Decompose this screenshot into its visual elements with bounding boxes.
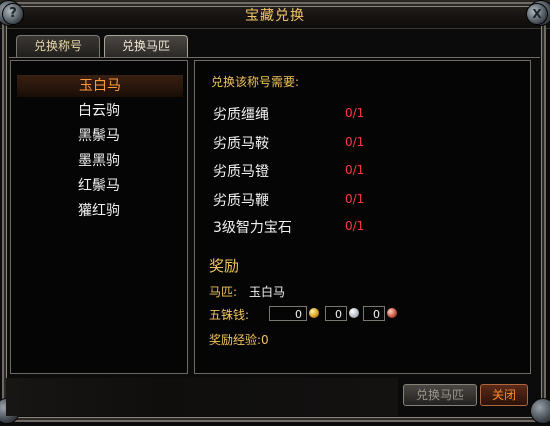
requirement-count: 0/1 [345,219,365,233]
reward-exp-value: 0 [261,333,269,347]
requirement-name: 3级智力宝石 [213,220,292,236]
horse-list-item[interactable]: 玉白马 [17,75,183,97]
requirements-panel: 兑换该称号需要: 劣质缰绳 0/1 劣质马鞍 0/1 劣质马镫 0/1 劣质马鞭… [194,60,531,374]
requirement-name: 劣质马鞭 [213,193,269,209]
money-gold-amount: 0 [269,306,307,321]
reward-title: 奖励 [209,257,240,275]
requirement-count: 0/1 [345,192,365,206]
reward-horse-label: 马匹: [209,285,238,299]
money-silver-amount: 0 [325,306,347,321]
requirement-count: 0/1 [345,135,365,149]
window-title: 宝藏兑换 [245,8,305,24]
corner-ornament-bottom-right [530,398,550,424]
requirement-name: 劣质马镫 [213,164,269,180]
requirement-count: 0/1 [345,163,365,177]
tab-exchange-title[interactable]: 兑换称号 [16,35,100,57]
reward-horse-value: 玉白马 [249,285,286,299]
requirement-name: 劣质缰绳 [213,107,269,123]
reward-exp-row: 奖励经验:0 [209,331,269,348]
horse-list-panel: 玉白马 白云驹 黑鬃马 墨黑驹 红鬃马 獾红驹 [10,60,188,374]
dialog-window: ? X 宝藏兑换 兑换称号 兑换马匹 玉白马 白云驹 黑鬃马 墨黑驹 红鬃马 獾… [0,0,550,426]
money-copper-amount: 0 [363,306,385,321]
copper-coin-icon [387,308,397,318]
requirement-name: 劣质马鞍 [213,136,269,152]
reward-horse-row: 马匹: 玉白马 [209,283,285,300]
silver-coin-icon [349,308,359,318]
requirements-header: 兑换该称号需要: [211,75,300,89]
requirement-count: 0/1 [345,106,365,120]
horse-list-item[interactable]: 白云驹 [39,100,159,122]
reward-exp-label: 奖励经验: [209,333,262,347]
tab-divider [9,57,540,58]
horse-list-item[interactable]: 黑鬃马 [39,125,159,147]
reward-money-label: 五铢钱: [209,308,250,322]
horse-list-item[interactable]: 红鬃马 [39,175,159,197]
gold-coin-icon [309,308,319,318]
decorative-stone-texture [6,378,398,416]
horse-list-item[interactable]: 墨黑驹 [39,150,159,172]
exchange-horse-button[interactable]: 兑换马匹 [403,384,477,406]
horse-list-item[interactable]: 獾红驹 [39,200,159,222]
close-button[interactable]: 关闭 [480,384,528,406]
tab-exchange-horse[interactable]: 兑换马匹 [104,35,188,57]
